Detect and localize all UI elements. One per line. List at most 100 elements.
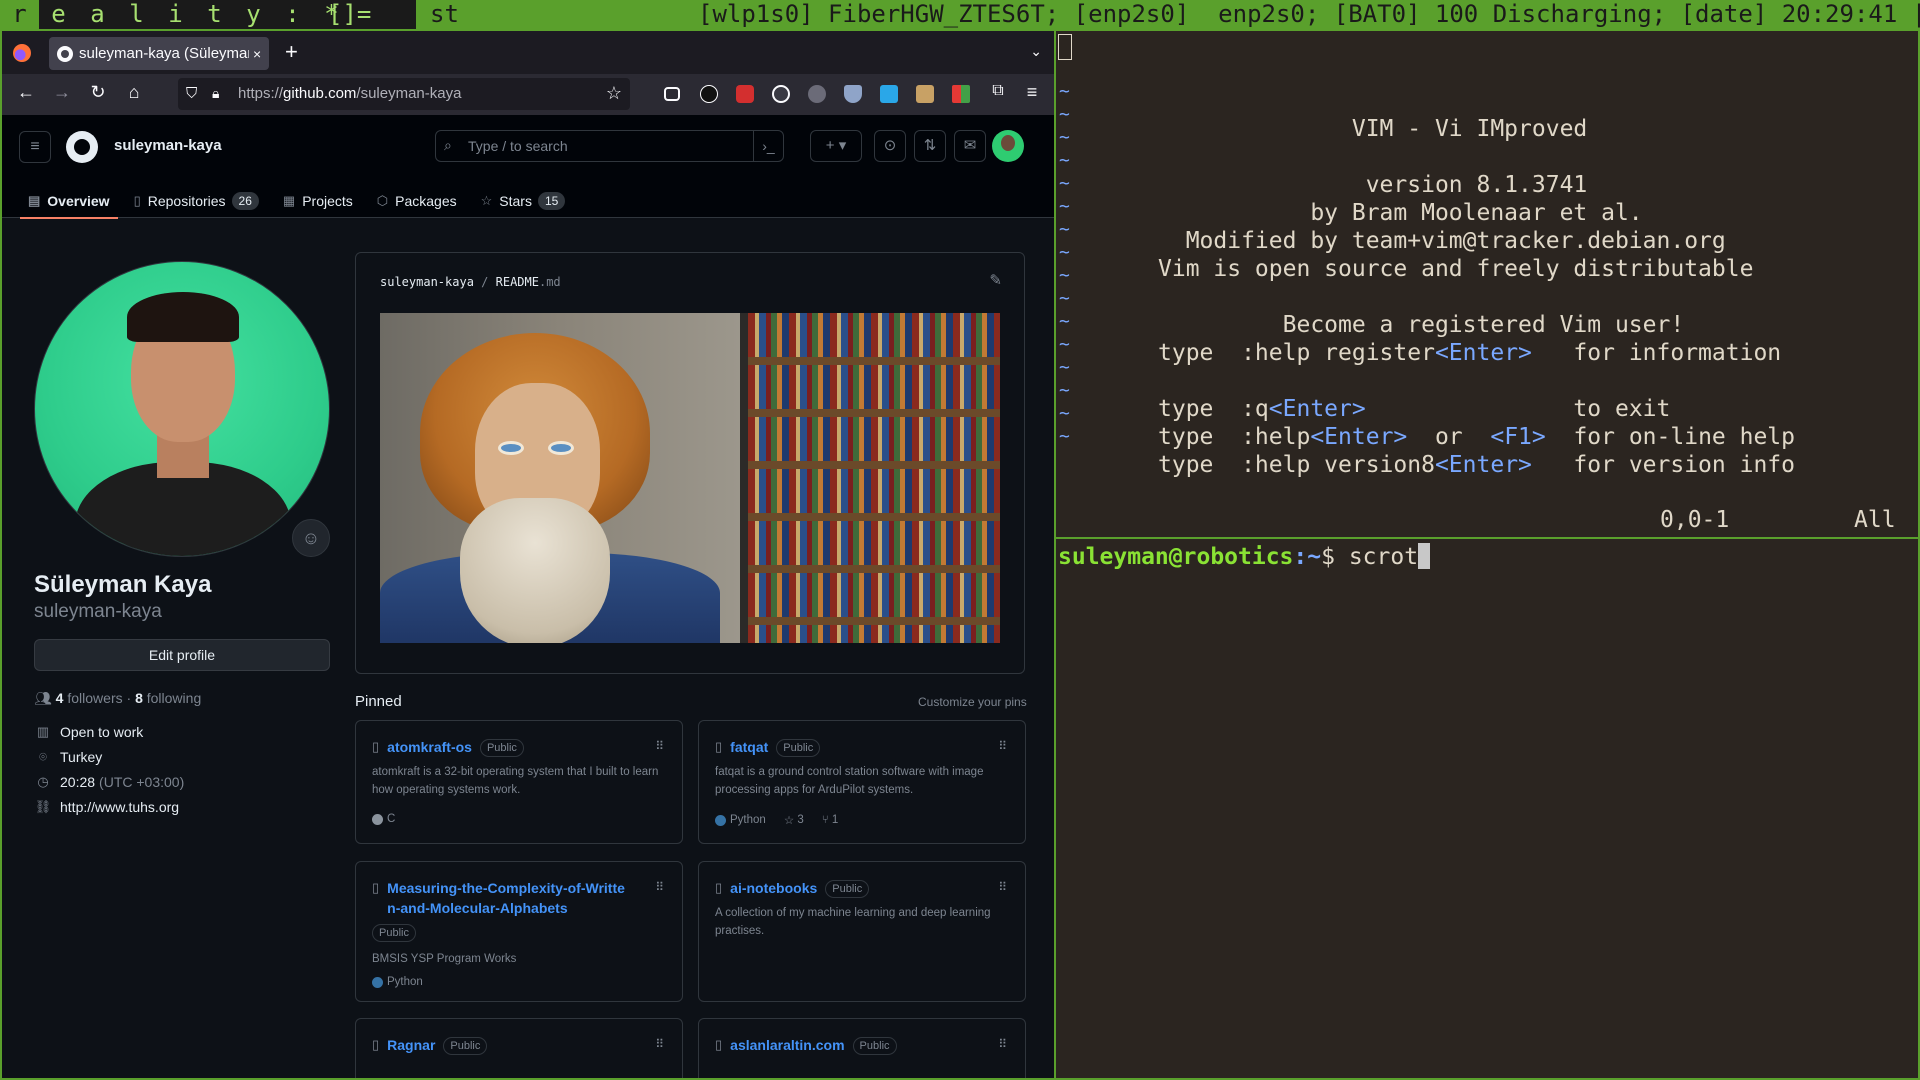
focused-window-title: st (416, 0, 694, 29)
vim-help-line: type :q<Enter> to exit (1158, 395, 1670, 423)
globe-extension-icon[interactable] (808, 85, 826, 103)
workspace-tag[interactable]: a (78, 0, 117, 29)
star-count: 3 (797, 814, 804, 826)
vim-key-hint: <Enter> (1434, 452, 1532, 478)
repo-name-link[interactable]: atomkraft-os (387, 737, 472, 757)
drag-handle-icon[interactable]: ⠿ (655, 1037, 664, 1051)
repo-name-link[interactable]: fatqat (730, 737, 768, 757)
lock-icon[interactable]: 🔒︎ (212, 85, 219, 102)
tab-label: Stars (499, 192, 532, 209)
readme-filename[interactable]: README (496, 275, 539, 289)
followers-link[interactable]: 4 followers (56, 690, 123, 706)
ublock-origin-icon[interactable] (736, 85, 754, 103)
vim-intro-line: by Bram Moolenaar et al. (1158, 200, 1643, 226)
tilde-marker: ~ (1059, 173, 1070, 194)
local-time-item: ◷ 20:28 (UTC +03:00) (34, 774, 184, 790)
company-text: Open to work (60, 724, 144, 740)
new-tab-button[interactable]: + (285, 39, 298, 65)
workspace-tags: r e a l i t y: * (0, 0, 351, 29)
following-link[interactable]: 8 following (135, 690, 201, 706)
drag-handle-icon[interactable]: ⠿ (655, 880, 664, 894)
profile-readme-card: suleyman-kaya / README.md ✎ (355, 252, 1025, 674)
workspace-tag[interactable]: t (195, 0, 234, 29)
home-icon[interactable]: ⌂ (122, 82, 146, 103)
tab-projects[interactable]: ▦ Projects (275, 183, 361, 218)
extension-s-icon[interactable] (700, 85, 718, 103)
bookmark-star-icon[interactable]: ☆ (606, 83, 622, 104)
forward-icon[interactable]: → (50, 82, 74, 103)
repo-meta: Python (372, 976, 423, 988)
vim-help-line: type :help version8<Enter> for version i… (1158, 451, 1795, 479)
vim-intro-line: VIM - Vi IMproved (1158, 116, 1588, 142)
drag-handle-icon[interactable]: ⠿ (655, 739, 664, 753)
tab-stars[interactable]: ☆ Stars 15 (473, 183, 574, 218)
repo-name-link[interactable]: aslanlaraltin.com (730, 1035, 844, 1055)
organization-icon: ▥ (36, 724, 50, 739)
tab-repositories[interactable]: ▯ Repositories 26 (126, 183, 267, 218)
tracking-protection-shield-icon[interactable]: ⛉ (186, 85, 197, 102)
fork-icon: ⑂ (821, 814, 829, 826)
pencil-edit-icon[interactable]: ✎ (989, 271, 1002, 289)
back-icon[interactable]: ← (14, 82, 38, 103)
extension-circle-icon[interactable] (772, 85, 790, 103)
website-link[interactable]: http://www.tuhs.org (60, 799, 179, 815)
extensions-puzzle-icon[interactable]: ⧉ (986, 82, 1010, 100)
tab-packages[interactable]: ⬡ Packages (369, 183, 465, 218)
tilde-marker: ~ (1059, 242, 1070, 263)
pinned-repo-card: ▯ aslanlaraltin.com Public ⠿ (698, 1018, 1026, 1078)
forks-link[interactable]: ⑂ 1 (822, 814, 839, 826)
drag-handle-icon[interactable]: ⠿ (998, 880, 1007, 894)
issues-icon[interactable]: ⊙ (874, 130, 906, 162)
screenshot-extension-icon[interactable] (880, 85, 898, 103)
shell-prompt-line[interactable]: suleyman@robotics:~$ scrot (1058, 542, 1431, 572)
tab-close-icon[interactable]: × (253, 46, 261, 62)
hamburger-menu-icon[interactable]: ≡ (1020, 82, 1044, 103)
search-input[interactable]: ⌕ Type / to search ›_ (435, 130, 784, 162)
drag-handle-icon[interactable]: ⠿ (998, 739, 1007, 753)
github-logo-icon[interactable] (66, 131, 98, 163)
firefox-logo-icon[interactable] (13, 44, 31, 62)
drag-handle-icon[interactable]: ⠿ (998, 1037, 1007, 1051)
customize-pins-link[interactable]: Customize your pins (918, 695, 1027, 709)
workspace-tag[interactable]: r (0, 0, 39, 29)
workspace-tag[interactable]: l (117, 0, 156, 29)
edit-profile-button[interactable]: Edit profile (34, 639, 330, 671)
reload-icon[interactable]: ↻ (86, 82, 110, 103)
extension-bird-icon[interactable] (916, 85, 934, 103)
active-tab[interactable]: suleyman-kaya (Süleyman Kaya) × (49, 37, 269, 70)
window-manager-bar: r e a l i t y: * []= st [wlp1s0] FiberHGW_ZTES6… (0, 0, 1920, 29)
repo-name-link[interactable]: Measuring-the-Complexity-of-Written-and-… (387, 878, 627, 918)
list-all-tabs-icon[interactable]: ⌄ (1030, 43, 1042, 60)
readme-owner-link[interactable]: suleyman-kaya (380, 275, 474, 289)
star-icon: ☆ (480, 192, 493, 208)
tilde-marker: ~ (1059, 403, 1070, 424)
profile-avatar[interactable] (34, 261, 330, 557)
st-terminal-window[interactable]: ~ ~ ~ ~ ~ ~ ~ ~ ~ ~ ~ ~ ~ ~ ~ ~ VIM - Vi IMproved versi… (1056, 29, 1920, 1080)
vim-key-hint: <Enter> (1310, 424, 1408, 450)
extension-color-icon[interactable] (952, 85, 970, 103)
user-avatar[interactable] (992, 130, 1024, 162)
tab-overview[interactable]: ▤ Overview (20, 183, 118, 219)
workspace-tag[interactable]: i (156, 0, 195, 29)
vim-pane[interactable]: ~ ~ ~ ~ ~ ~ ~ ~ ~ ~ ~ ~ ~ ~ ~ ~ VIM - Vi IMproved versi… (1056, 31, 1918, 539)
command-palette-icon[interactable]: ›_ (753, 131, 783, 161)
pull-requests-icon[interactable]: ⇅ (914, 130, 946, 162)
inbox-icon[interactable]: ✉ (954, 130, 986, 162)
hamburger-menu-button[interactable]: ≡ (19, 131, 51, 163)
url-bar[interactable]: ⛉ 🔒︎ https://github.com/suleyman-kaya ☆ (178, 78, 630, 110)
workspace-tag[interactable]: : (273, 0, 312, 29)
layout-indicator[interactable]: []= (328, 0, 371, 29)
set-status-smiley-icon[interactable]: ☺ (292, 519, 330, 557)
create-new-button[interactable]: + ▾ (810, 130, 862, 162)
header-context-label[interactable]: suleyman-kaya (114, 137, 222, 154)
repo-name-link[interactable]: ai-notebooks (730, 878, 817, 898)
visibility-badge: Public (372, 924, 416, 942)
repo-name-link[interactable]: Ragnar (387, 1035, 435, 1055)
workspace-tag[interactable]: y (234, 0, 273, 29)
pinned-repo-card: ▯ ai-notebooks Public ⠿ A collection of … (698, 861, 1026, 1002)
workspace-tag[interactable]: e (39, 0, 78, 29)
privacy-badger-icon[interactable] (844, 85, 862, 103)
readme-path: suleyman-kaya / README.md (380, 275, 561, 289)
stargazers-link[interactable]: ☆ 3 (784, 813, 804, 827)
pocket-icon[interactable] (664, 87, 680, 101)
